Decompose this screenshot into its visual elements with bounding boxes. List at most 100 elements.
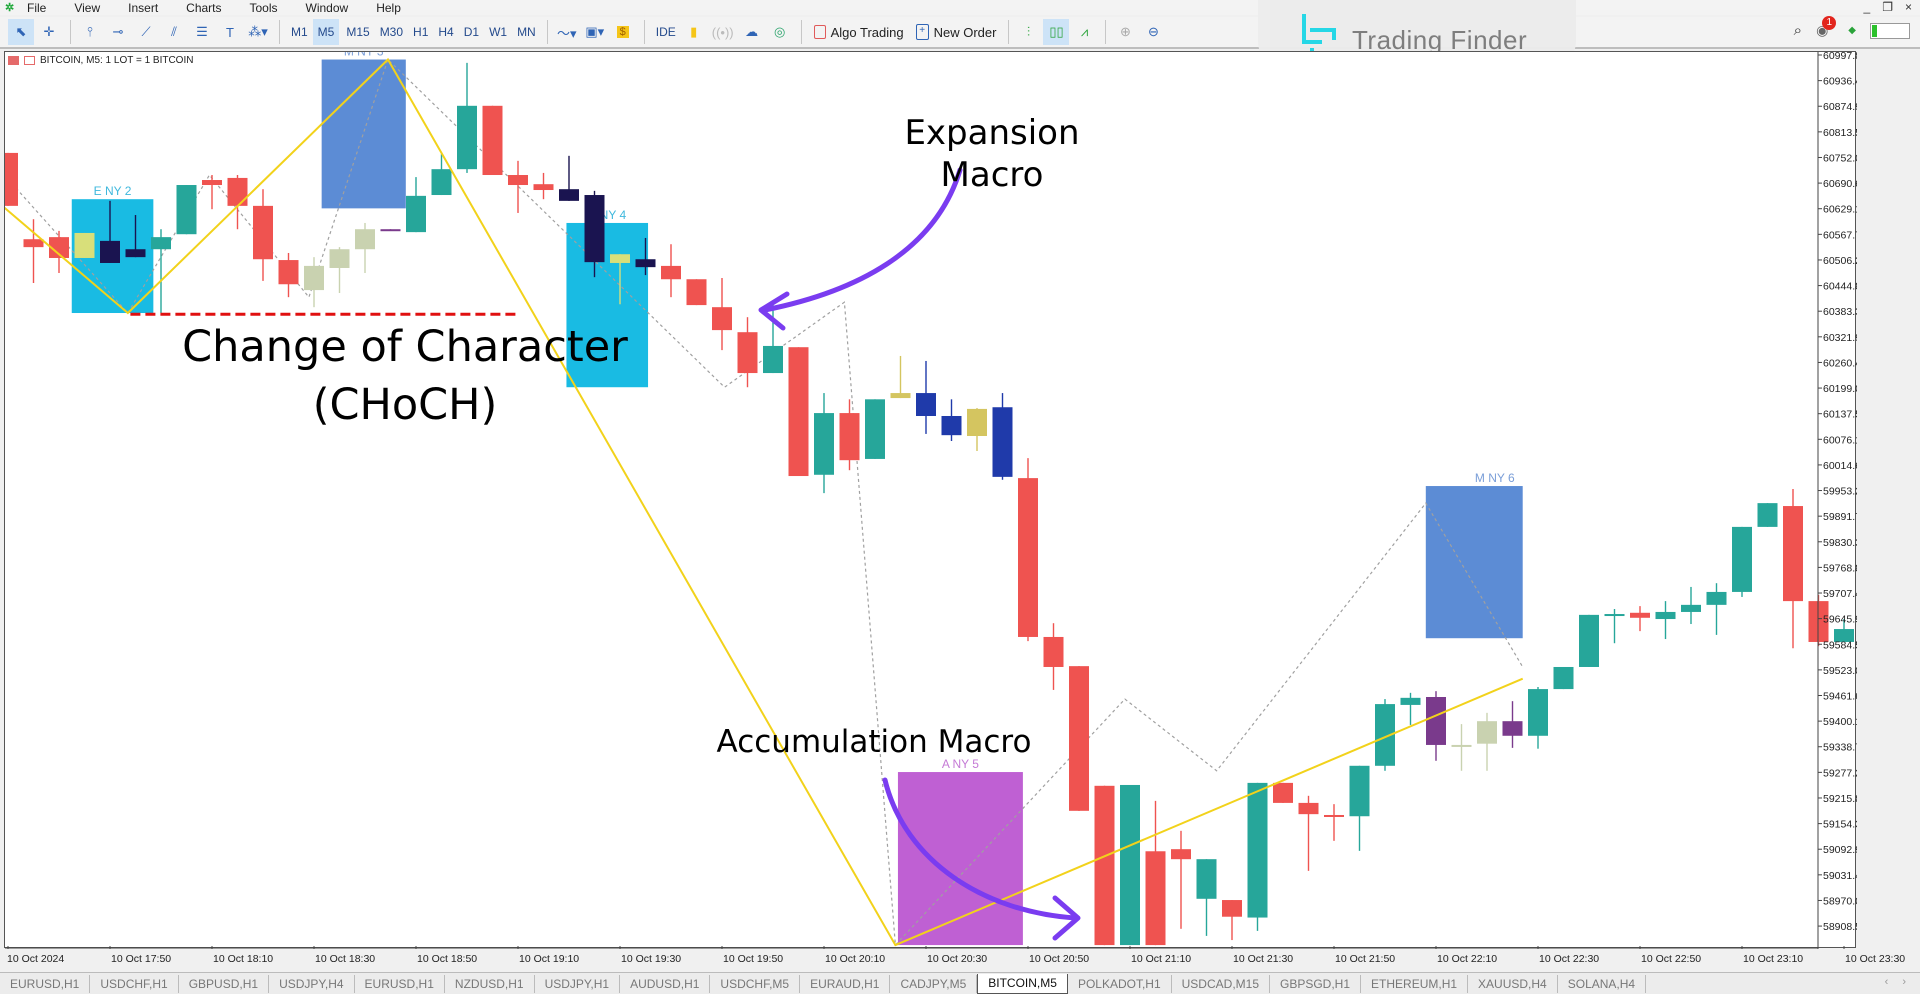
symbol-tab[interactable]: POLKADOT,H1 — [1068, 974, 1172, 993]
zoom-in-button[interactable]: ⊕ — [1112, 19, 1138, 45]
shapes-button[interactable]: ⁂▾ — [245, 19, 271, 45]
crosshair-tool-button[interactable]: ✛ — [36, 19, 62, 45]
search-icon[interactable]: ⌕ — [1794, 22, 1802, 39]
vertical-line-button[interactable]: ⫯ — [77, 19, 103, 45]
timeframe-button[interactable]: W1 — [484, 19, 512, 45]
time-tick-label: 10 Oct 21:50 — [1335, 953, 1396, 965]
symbol-tab[interactable]: USDCHF,M5 — [710, 974, 801, 993]
symbol-tab[interactable]: XAUUSD,H4 — [1468, 974, 1558, 993]
channel-icon: ⫽ — [171, 24, 177, 39]
macro-box-label: M NY 3 — [344, 52, 384, 59]
price-tick-label: 60752.05 — [1823, 152, 1857, 164]
symbol-tab[interactable]: CADJPY,M5 — [890, 974, 978, 993]
new-order-button[interactable]: + New Order — [910, 24, 1003, 40]
candle-body — [890, 393, 911, 399]
symbol-tab[interactable]: GBPUSD,H1 — [179, 974, 270, 993]
cursor-icon: ⬉ — [15, 24, 27, 39]
market-button[interactable]: $ — [610, 19, 636, 45]
tab-scroll-right-icon[interactable]: › — [1902, 976, 1906, 988]
price-tick-label: 60444.80 — [1823, 281, 1857, 293]
accumulation-macro-annotation: Accumulation Macro — [716, 724, 1032, 760]
price-tick-label: 60321.90 — [1823, 332, 1857, 344]
time-tick-label: 10 Oct 18:50 — [417, 953, 478, 965]
candle-body — [1273, 782, 1293, 803]
price-tick-label: 59768.85 — [1823, 562, 1857, 574]
timeframe-button[interactable]: H4 — [433, 19, 458, 45]
menu-item[interactable]: Window — [306, 1, 349, 15]
chart-grid-icon — [8, 56, 19, 65]
timeframe-button[interactable]: MN — [512, 19, 541, 45]
tab-scroll: ‹ › — [1885, 976, 1906, 988]
fibonacci-button[interactable]: ☰ — [189, 19, 215, 45]
menu-item[interactable]: Charts — [186, 1, 221, 15]
horizontal-line-icon: ⊸ — [112, 24, 124, 39]
timeframe-button[interactable]: M1 — [286, 19, 313, 45]
chart-symbol-label: BITCOIN, M5: 1 LOT = 1 BITCOIN — [40, 55, 194, 66]
candle-body — [1732, 526, 1752, 592]
menu-item[interactable]: Tools — [250, 1, 278, 15]
shop-button[interactable]: ▮ — [681, 19, 707, 45]
radar-button[interactable]: ◎ — [767, 19, 793, 45]
price-tick-label: 60690.60 — [1823, 178, 1857, 190]
symbol-tab[interactable]: AUDUSD,H1 — [620, 974, 711, 993]
time-tick-label: 10 Oct 18:10 — [213, 953, 274, 965]
horizontal-line-button[interactable]: ⊸ — [105, 19, 131, 45]
channel-button[interactable]: ⫽ — [161, 19, 187, 45]
choch-annotation-line1: Change of Character — [182, 322, 628, 372]
window-controls: _ ❐ × — [1864, 0, 1912, 14]
symbol-tab[interactable]: BITCOIN,M5 — [977, 973, 1068, 994]
restore-button[interactable]: ❐ — [1882, 0, 1893, 14]
menu-item[interactable]: Insert — [128, 1, 158, 15]
menu-item[interactable]: File — [27, 1, 46, 15]
algo-trading-label: Algo Trading — [830, 24, 904, 40]
text-tool-button[interactable]: T — [217, 19, 243, 45]
indicators-button[interactable]: 〜▾ — [554, 19, 580, 45]
templates-button[interactable]: ▣▾ — [582, 19, 608, 45]
symbol-tab[interactable]: EURUSD,H1 — [0, 974, 91, 993]
timeframe-button[interactable]: M15 — [341, 19, 374, 45]
price-tick-label: 59461.60 — [1823, 691, 1857, 703]
symbol-tab[interactable]: SOLANA,H4 — [1558, 974, 1647, 993]
price-tick-label: 59584.50 — [1823, 639, 1857, 651]
account-button[interactable]: ◉ 1 — [1816, 16, 1837, 39]
timeframe-button[interactable]: D1 — [459, 19, 484, 45]
candlestick-chart-button[interactable]: ▯▯ — [1043, 19, 1070, 45]
zoom-out-button[interactable]: ⊖ — [1140, 19, 1166, 45]
notification-badge: 1 — [1822, 16, 1837, 30]
menu-item[interactable]: Help — [376, 1, 401, 15]
symbol-tab[interactable]: NZDUSD,H1 — [445, 974, 535, 993]
time-tick-label: 10 Oct 20:10 — [825, 953, 886, 965]
ide-button[interactable]: IDE — [651, 19, 681, 45]
bar-chart-button[interactable]: ⫶ — [1015, 19, 1041, 45]
price-tick-label: 60199.00 — [1823, 383, 1857, 395]
price-tick-label: 59092.90 — [1823, 844, 1857, 856]
line-chart-button[interactable]: ⩘ — [1071, 19, 1097, 45]
vps-button[interactable]: ☁ — [739, 19, 765, 45]
candle-body — [661, 265, 681, 280]
signals-button[interactable]: ((•)) — [709, 19, 737, 45]
trendline-button[interactable]: ⟋ — [133, 19, 159, 45]
menu-item[interactable]: View — [74, 1, 100, 15]
symbol-tab[interactable]: EURUSD,H1 — [355, 974, 445, 993]
expansion-annotation-line1: Expansion — [904, 113, 1080, 153]
macro-box-label: E NY 2 — [94, 184, 132, 198]
close-button[interactable]: × — [1905, 0, 1912, 14]
symbol-tab[interactable]: EURAUD,H1 — [800, 974, 891, 993]
timeframe-button[interactable]: M30 — [375, 19, 408, 45]
algo-trading-button[interactable]: Algo Trading — [808, 25, 910, 40]
time-tick-label: 10 Oct 23:30 — [1845, 953, 1906, 965]
chart-window-icon — [24, 56, 35, 65]
symbol-tab[interactable]: USDJPY,H4 — [269, 974, 355, 993]
timeframe-button[interactable]: H1 — [408, 19, 433, 45]
symbol-tab[interactable]: USDJPY,H1 — [535, 974, 621, 993]
timeframe-button[interactable]: M5 — [312, 19, 340, 45]
minimize-button[interactable]: _ — [1864, 0, 1871, 14]
symbol-tab[interactable]: ETHEREUM,H1 — [1361, 974, 1469, 993]
candle-body — [712, 307, 732, 331]
tab-scroll-left-icon[interactable]: ‹ — [1885, 976, 1889, 988]
candle-body — [406, 195, 426, 233]
cursor-tool-button[interactable]: ⬉ — [8, 19, 34, 45]
symbol-tab[interactable]: USDCHF,H1 — [90, 974, 179, 993]
symbol-tab[interactable]: USDCAD,M15 — [1172, 974, 1270, 993]
symbol-tab[interactable]: GBPSGD,H1 — [1270, 974, 1362, 993]
